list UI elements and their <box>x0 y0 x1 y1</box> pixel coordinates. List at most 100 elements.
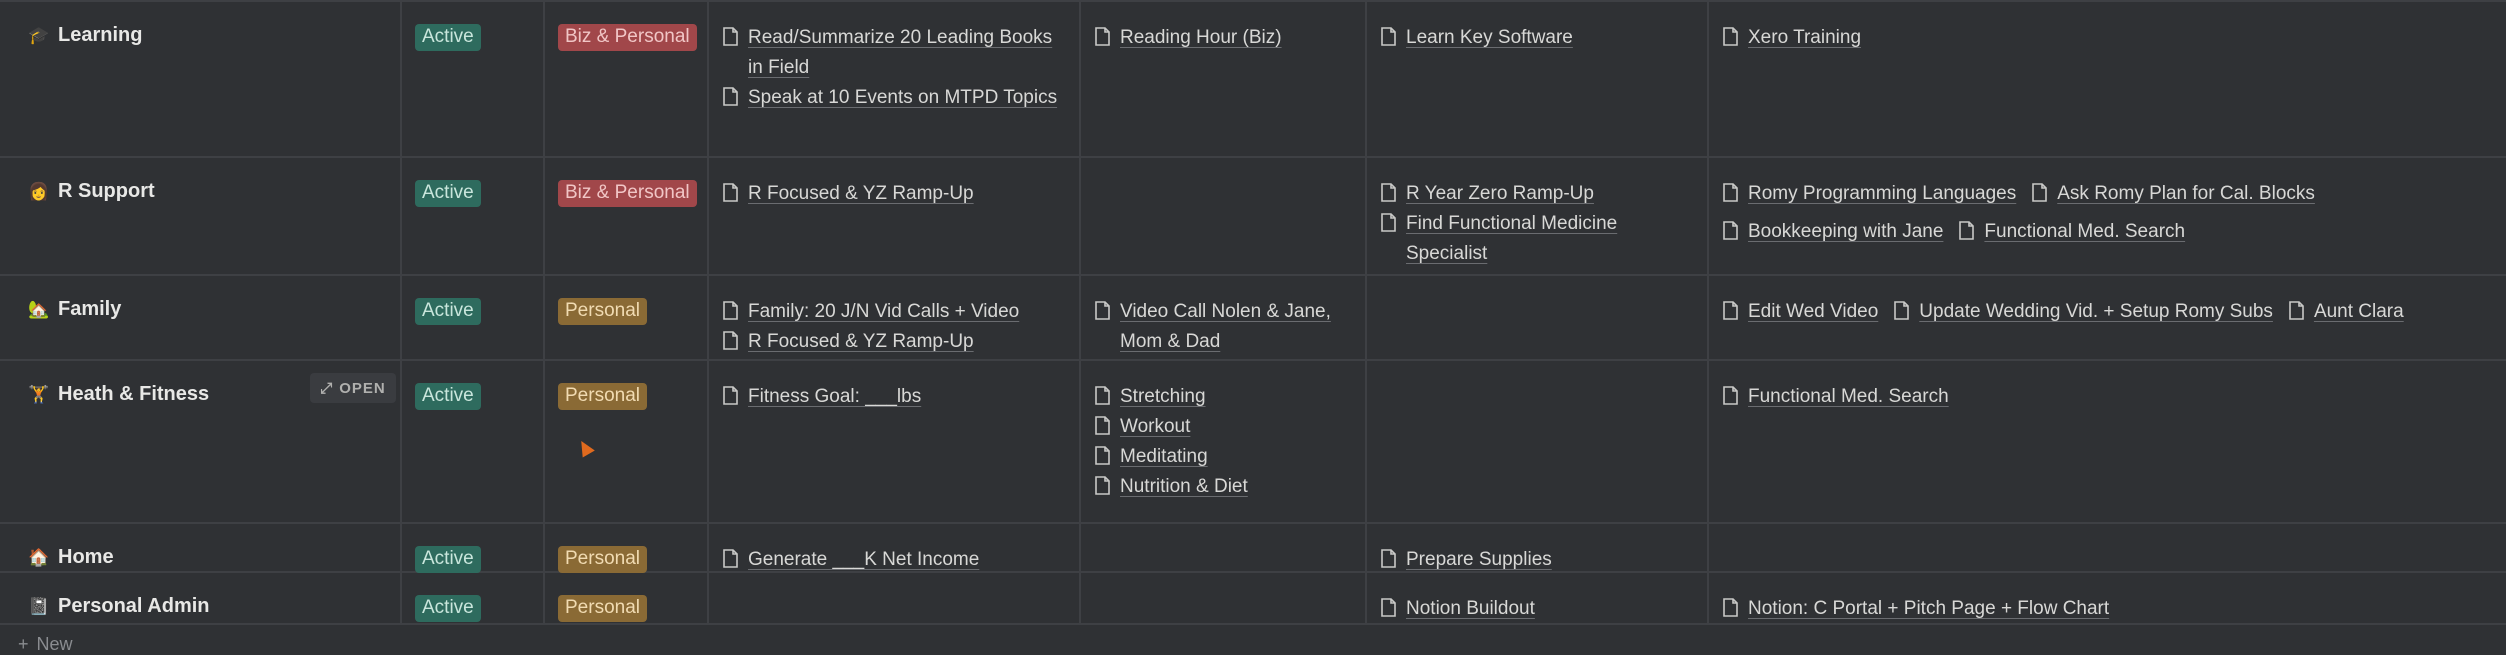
status-cell[interactable]: Active <box>402 2 545 156</box>
page-link[interactable]: R Focused & YZ Ramp-Up <box>723 179 1069 209</box>
relation-list: Reading Hour (Biz) <box>1095 23 1355 53</box>
page-icon <box>1095 27 1110 46</box>
area-cell[interactable]: Biz & Personal <box>545 2 709 156</box>
area-tag: Personal <box>558 383 647 410</box>
relation-cell[interactable] <box>709 573 1081 623</box>
page-link-label: Notion Buildout <box>1406 598 1535 619</box>
name-cell[interactable]: 🏡 Family <box>0 276 402 359</box>
status-cell[interactable]: Active <box>402 573 545 623</box>
status-badge: Active <box>415 180 481 207</box>
row-title[interactable]: 👩 R Support <box>28 180 155 203</box>
area-cell[interactable]: Biz & Personal <box>545 158 709 274</box>
row-title[interactable]: 🏡 Family <box>28 298 121 321</box>
relation-cell[interactable]: Edit Wed Video Update Wedding Vid. + Setu… <box>1709 276 2506 359</box>
area-cell[interactable]: Personal <box>545 361 709 522</box>
page-link[interactable]: Xero Training <box>1723 23 1861 53</box>
row-title[interactable]: 🏋 Heath & Fitness <box>28 383 209 406</box>
page-link[interactable]: Edit Wed Video <box>1723 297 1878 327</box>
relation-cell[interactable]: Fitness Goal: ___lbs <box>709 361 1081 522</box>
page-link[interactable]: Learn Key Software <box>1381 23 1697 53</box>
page-link[interactable]: R Focused & YZ Ramp-Up <box>723 327 1069 357</box>
relation-cell[interactable] <box>1367 361 1709 522</box>
page-link[interactable]: Bookkeeping with Jane <box>1723 217 1943 247</box>
relation-cell[interactable]: Notion Buildout <box>1367 573 1709 623</box>
page-link[interactable]: Fitness Goal: ___lbs <box>723 382 1069 412</box>
area-tag: Personal <box>558 298 647 325</box>
relation-list: Xero Training <box>1723 23 2496 53</box>
page-link[interactable]: Ask Romy Plan for Cal. Blocks <box>2032 179 2315 209</box>
name-cell[interactable]: 🎓 Learning <box>0 2 402 156</box>
page-link[interactable]: Meditating <box>1095 442 1355 472</box>
relation-cell[interactable] <box>1081 524 1367 571</box>
relation-cell[interactable]: Notion: C Portal + Pitch Page + Flow Cha… <box>1709 573 2506 623</box>
row-title-label: Learning <box>58 24 143 46</box>
open-row-button[interactable]: ⤢ OPEN <box>310 373 396 403</box>
relation-cell[interactable]: Read/Summarize 20 Leading Books in Field… <box>709 2 1081 156</box>
page-link[interactable]: Video Call Nolen & Jane, Mom & Dad <box>1095 297 1355 357</box>
page-link-label: Family: 20 J/N Vid Calls + Video <box>748 301 1020 322</box>
relation-cell[interactable] <box>1081 158 1367 274</box>
page-icon <box>723 183 738 202</box>
page-link[interactable]: Read/Summarize 20 Leading Books in Field <box>723 23 1069 83</box>
page-link[interactable]: Nutrition & Diet <box>1095 472 1355 502</box>
area-cell[interactable]: Personal <box>545 573 709 623</box>
new-row-button[interactable]: + New <box>18 634 73 655</box>
relation-cell[interactable]: Prepare Supplies <box>1367 524 1709 571</box>
relation-cell[interactable]: Generate ___K Net Income <box>709 524 1081 571</box>
relation-cell[interactable]: R Focused & YZ Ramp-Up <box>709 158 1081 274</box>
page-link[interactable]: Reading Hour (Biz) <box>1095 23 1355 53</box>
page-link[interactable]: Functional Med. Search <box>1959 217 2185 247</box>
area-cell[interactable]: Personal <box>545 524 709 573</box>
relation-cell[interactable]: Video Call Nolen & Jane, Mom & Dad <box>1081 276 1367 359</box>
page-icon <box>2289 301 2304 320</box>
relation-cell[interactable]: R Year Zero Ramp-Up Find Functional Medic… <box>1367 158 1709 274</box>
expand-icon: ⤢ <box>320 379 334 397</box>
page-icon <box>1723 598 1738 617</box>
page-link[interactable]: R Year Zero Ramp-Up <box>1381 179 1697 209</box>
row-title-label: Personal Admin <box>58 595 210 617</box>
page-link[interactable]: Generate ___K Net Income <box>723 545 1069 575</box>
page-link[interactable]: Prepare Supplies <box>1381 545 1697 575</box>
page-link[interactable]: Notion: C Portal + Pitch Page + Flow Cha… <box>1723 594 2109 624</box>
page-icon <box>723 87 738 106</box>
page-link[interactable]: Notion Buildout <box>1381 594 1697 624</box>
relation-cell[interactable] <box>1709 524 2506 571</box>
table-row: 📓 Personal Admin Active Personal Notion Buil… <box>0 573 2506 625</box>
table-row: 👩 R Support Active Biz & Personal R Focused … <box>0 158 2506 276</box>
relation-list: Stretching Workout Meditating Nutrition & D… <box>1095 382 1355 502</box>
row-title[interactable]: 🎓 Learning <box>28 24 142 47</box>
page-link[interactable]: Romy Programming Languages <box>1723 179 2016 209</box>
page-icon <box>723 549 738 568</box>
page-link[interactable]: Stretching <box>1095 382 1355 412</box>
page-link[interactable]: Aunt Clara <box>2289 297 2404 327</box>
page-link[interactable]: Speak at 10 Events on MTPD Topics <box>723 83 1069 113</box>
row-title[interactable]: 📓 Personal Admin <box>28 595 210 618</box>
status-cell[interactable]: Active <box>402 158 545 274</box>
name-cell[interactable]: 📓 Personal Admin <box>0 573 402 623</box>
name-cell[interactable]: 👩 R Support <box>0 158 402 274</box>
page-link[interactable]: Functional Med. Search <box>1723 382 1949 412</box>
page-link[interactable]: Find Functional Medicine Specialist <box>1381 209 1697 269</box>
relation-cell[interactable] <box>1367 276 1709 359</box>
relation-cell[interactable]: Learn Key Software <box>1367 2 1709 156</box>
relation-cell[interactable]: Romy Programming Languages Ask Romy Plan … <box>1709 158 2506 274</box>
page-icon <box>1095 301 1110 320</box>
page-link[interactable]: Family: 20 J/N Vid Calls + Video <box>723 297 1069 327</box>
status-cell[interactable]: Active <box>402 524 545 573</box>
page-link[interactable]: Update Wedding Vid. + Setup Romy Subs <box>1894 297 2273 327</box>
relation-cell[interactable]: Reading Hour (Biz) <box>1081 2 1367 156</box>
name-cell[interactable]: 🏠 Home <box>0 524 402 571</box>
relation-cell[interactable]: Functional Med. Search <box>1709 361 2506 522</box>
status-cell[interactable]: Active <box>402 276 545 359</box>
row-title[interactable]: 🏠 Home <box>28 546 114 569</box>
page-icon <box>1723 183 1738 202</box>
relation-list: Video Call Nolen & Jane, Mom & Dad <box>1095 297 1355 357</box>
page-link-label: Functional Med. Search <box>1984 221 2186 242</box>
status-cell[interactable]: Active <box>402 361 545 522</box>
area-cell[interactable]: Personal <box>545 276 709 359</box>
page-link[interactable]: Workout <box>1095 412 1355 442</box>
relation-cell[interactable]: Xero Training <box>1709 2 2506 156</box>
relation-cell[interactable]: Family: 20 J/N Vid Calls + Video R Focuse… <box>709 276 1081 359</box>
relation-cell[interactable] <box>1081 573 1367 623</box>
relation-cell[interactable]: Stretching Workout Meditating Nutrition & D… <box>1081 361 1367 522</box>
